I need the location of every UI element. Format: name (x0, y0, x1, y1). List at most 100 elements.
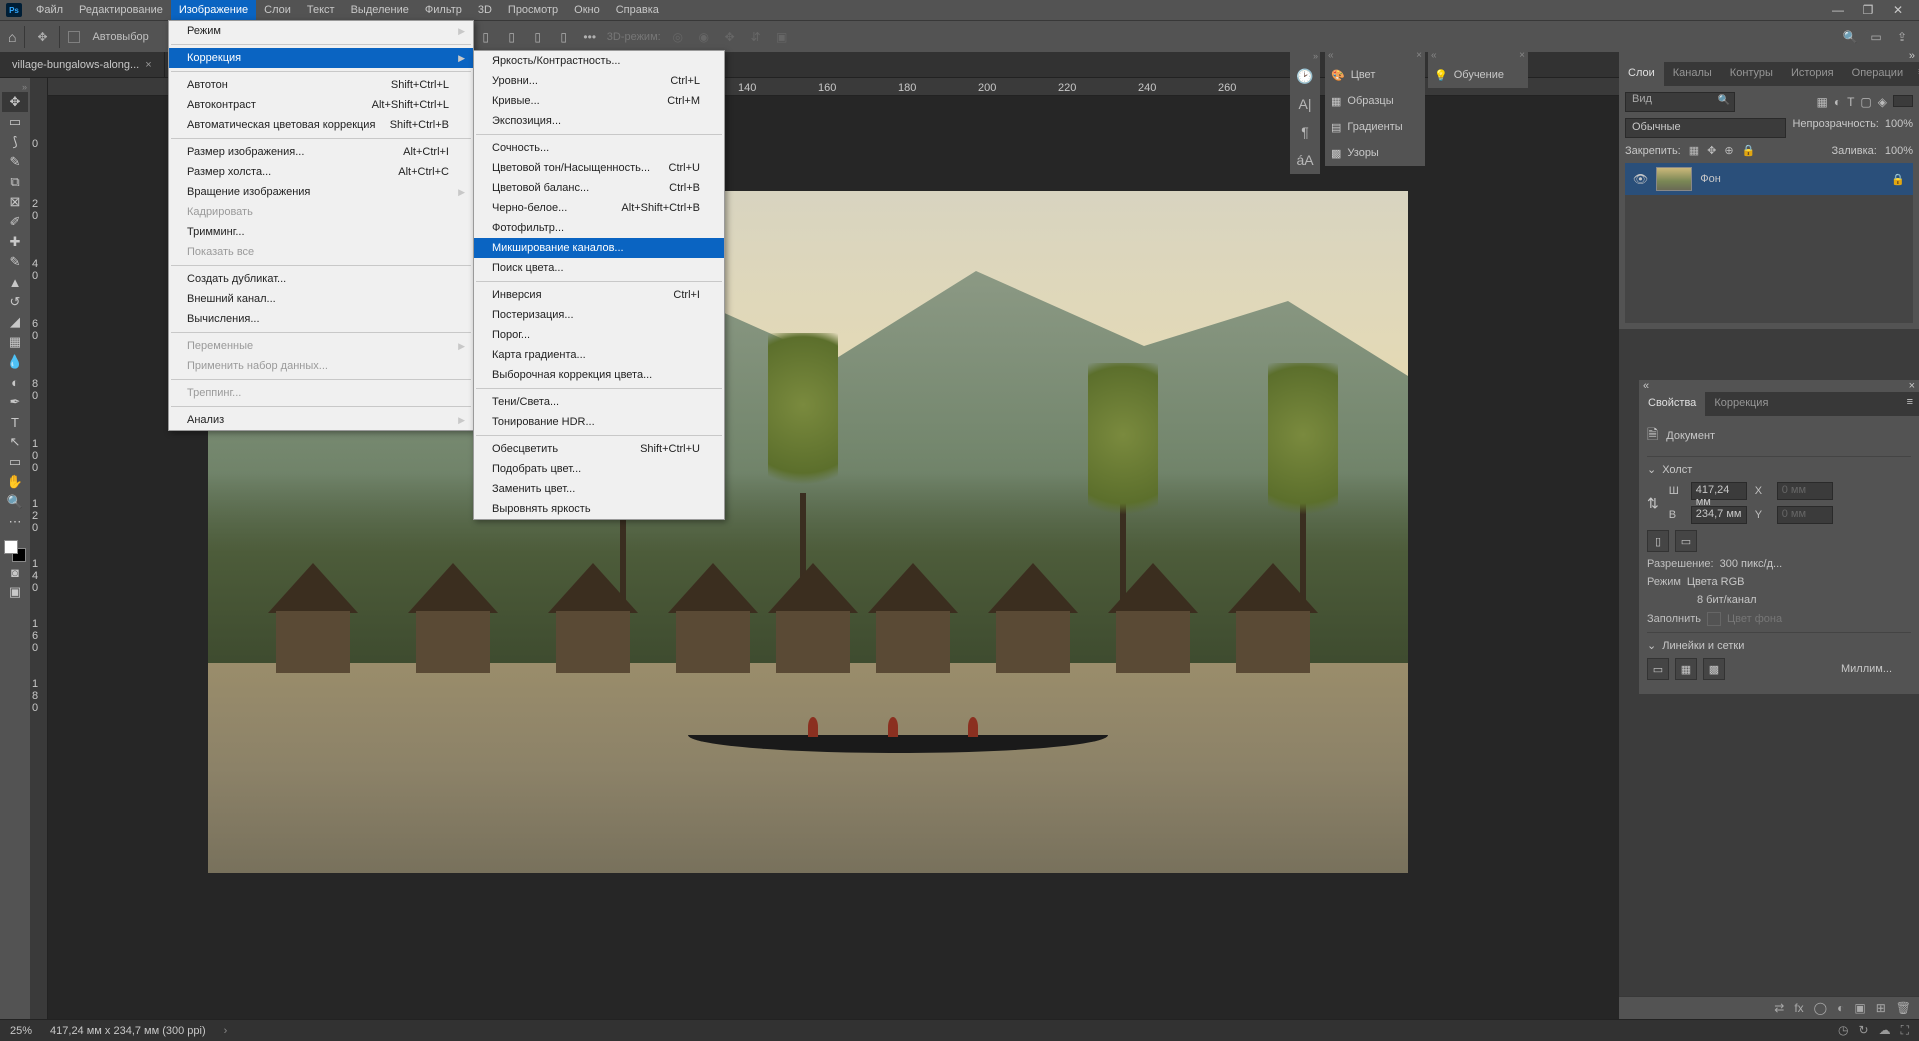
menu-item[interactable]: Внешний канал... (169, 289, 473, 309)
fill-checkbox[interactable] (1707, 612, 1721, 626)
window-restore-icon[interactable]: ❐ (1853, 0, 1883, 20)
edit-toolbar[interactable]: ⋯ (2, 512, 28, 532)
lock-pixels-icon[interactable]: ▦ (1689, 144, 1699, 157)
menu-item[interactable]: ИнверсияCtrl+I (474, 285, 724, 305)
fill-color-select[interactable]: Цвет фона (1727, 613, 1911, 625)
close-icon[interactable]: × (1909, 380, 1915, 392)
menu-file[interactable]: Файл (28, 0, 71, 20)
menu-item[interactable]: Подобрать цвет... (474, 459, 724, 479)
document-info[interactable]: 417,24 мм x 234,7 мм (300 ppi) (50, 1025, 206, 1037)
chevron-down-icon[interactable]: ⌄ (1647, 463, 1656, 476)
window-minimize-icon[interactable]: — (1823, 0, 1853, 20)
menu-item[interactable]: Тени/Света... (474, 392, 724, 412)
orientation-landscape[interactable]: ▭ (1675, 530, 1697, 552)
menu-item[interactable]: АвтотонShift+Ctrl+L (169, 75, 473, 95)
align-right-icon[interactable]: ▯ (477, 28, 495, 46)
tab-layers[interactable]: Слои (1619, 62, 1664, 86)
glyphs-panel-icon[interactable]: áA (1290, 146, 1320, 174)
menu-item[interactable]: Постеризация... (474, 305, 724, 325)
expand-icon[interactable]: ⛶ (1901, 1023, 1909, 1038)
menu-item[interactable]: Вычисления... (169, 309, 473, 329)
menu-layers[interactable]: Слои (256, 0, 299, 20)
delete-layer-icon[interactable]: 🗑 (1896, 1001, 1911, 1015)
panel-row-patterns[interactable]: ▩Узоры (1325, 140, 1425, 166)
screenmode-tool[interactable]: ▣ (2, 582, 28, 602)
menu-item[interactable]: Выборочная коррекция цвета... (474, 365, 724, 385)
collapse-icon[interactable]: « (1328, 50, 1334, 62)
window-close-icon[interactable]: ✕ (1883, 0, 1913, 20)
menu-item[interactable]: Яркость/Контрастность... (474, 51, 724, 71)
menu-item[interactable]: Карта градиента... (474, 345, 724, 365)
zoom-tool[interactable]: 🔍 (2, 492, 28, 512)
opacity-value[interactable]: 100% (1885, 118, 1913, 138)
menu-item[interactable]: Режим▶ (169, 21, 473, 41)
quick-select-tool[interactable]: ✎ (2, 152, 28, 172)
menu-item[interactable]: Тримминг... (169, 222, 473, 242)
tab-actions[interactable]: Операции (1843, 62, 1912, 86)
menu-item[interactable]: Цветовой тон/Насыщенность...Ctrl+U (474, 158, 724, 178)
marquee-tool[interactable]: ▭ (2, 112, 28, 132)
menu-item[interactable]: Выровнять яркость (474, 499, 724, 519)
tab-properties[interactable]: Свойства (1639, 392, 1705, 416)
menu-item[interactable]: Анализ▶ (169, 410, 473, 430)
filter-adjust-icon[interactable]: ◐ (1834, 95, 1841, 109)
menu-window[interactable]: Окно (566, 0, 608, 20)
lock-position-icon[interactable]: ✥ (1707, 144, 1716, 157)
close-icon[interactable]: × (1416, 50, 1422, 62)
collapse-icon[interactable]: « (1643, 380, 1649, 392)
chevron-right-icon[interactable]: › (224, 1025, 228, 1037)
panel-menu-icon[interactable]: ≡ (1912, 62, 1919, 86)
menu-item[interactable]: Вращение изображения▶ (169, 182, 473, 202)
menu-item[interactable]: Коррекция▶ (169, 48, 473, 68)
grid-icon[interactable]: ▦ (1675, 658, 1697, 680)
search-icon[interactable]: 🔍 (1841, 28, 1859, 46)
collapse-icon[interactable]: » (1909, 50, 1915, 62)
menu-item[interactable]: Фотофильтр... (474, 218, 724, 238)
visibility-icon[interactable]: 👁 (1633, 172, 1648, 186)
menu-select[interactable]: Выделение (343, 0, 417, 20)
align-top-icon[interactable]: ▯ (503, 28, 521, 46)
panel-row-gradients[interactable]: ▤Градиенты (1325, 114, 1425, 140)
align-bottom-icon[interactable]: ▯ (555, 28, 573, 46)
quickmask-tool[interactable]: ◙ (2, 562, 28, 582)
menu-view[interactable]: Просмотр (500, 0, 566, 20)
eraser-tool[interactable]: ◢ (2, 312, 28, 332)
layer-fx-icon[interactable]: fx (1794, 1001, 1803, 1015)
new-group-icon[interactable]: ▣ (1854, 1001, 1865, 1015)
menu-3d[interactable]: 3D (470, 0, 500, 20)
adjustment-layer-icon[interactable]: ◐ (1837, 1001, 1844, 1015)
tab-channels[interactable]: Каналы (1664, 62, 1721, 86)
menu-item[interactable]: Размер холста...Alt+Ctrl+C (169, 162, 473, 182)
tab-history[interactable]: История (1782, 62, 1843, 86)
menu-item[interactable]: Экспозиция... (474, 111, 724, 131)
menu-item[interactable]: Автоматическая цветовая коррекцияShift+C… (169, 115, 473, 135)
layer-mask-icon[interactable]: ◯ (1814, 1001, 1827, 1015)
filter-shape-icon[interactable]: ▢ (1860, 95, 1871, 109)
menu-text[interactable]: Текст (299, 0, 343, 20)
menu-item[interactable]: ОбесцветитьShift+Ctrl+U (474, 439, 724, 459)
move-tool[interactable]: ✥ (2, 92, 28, 112)
orientation-portrait[interactable]: ▯ (1647, 530, 1669, 552)
color-mode-select[interactable]: Цвета RGB (1687, 576, 1911, 588)
home-icon[interactable]: ⌂ (8, 29, 16, 45)
more-icon[interactable]: ••• (581, 28, 599, 46)
history-brush-tool[interactable]: ↺ (2, 292, 28, 312)
workspace-icon[interactable]: ▭ (1867, 28, 1885, 46)
bit-depth-select[interactable]: 8 бит/канал (1697, 594, 1911, 606)
collapse-icon[interactable]: » (1313, 51, 1318, 61)
guides-icon[interactable]: ▩ (1703, 658, 1725, 680)
zoom-level[interactable]: 25% (10, 1025, 32, 1037)
menu-item[interactable]: Сочность... (474, 138, 724, 158)
stamp-tool[interactable]: ▲ (2, 272, 28, 292)
lock-artboard-icon[interactable]: ⊕ (1724, 144, 1733, 157)
filter-toggle[interactable] (1893, 95, 1913, 107)
width-input[interactable]: 417,24 мм (1691, 482, 1747, 500)
menu-item[interactable]: Порог... (474, 325, 724, 345)
type-tool[interactable]: T (2, 412, 28, 432)
character-panel-icon[interactable]: A| (1290, 90, 1320, 118)
lock-icon[interactable]: 🔒 (1891, 173, 1905, 186)
cloud-icon[interactable]: ☁ (1879, 1023, 1891, 1038)
new-layer-icon[interactable]: ⊞ (1876, 1001, 1886, 1015)
sync-icon[interactable]: ↻ (1859, 1023, 1869, 1038)
menu-item[interactable]: Заменить цвет... (474, 479, 724, 499)
